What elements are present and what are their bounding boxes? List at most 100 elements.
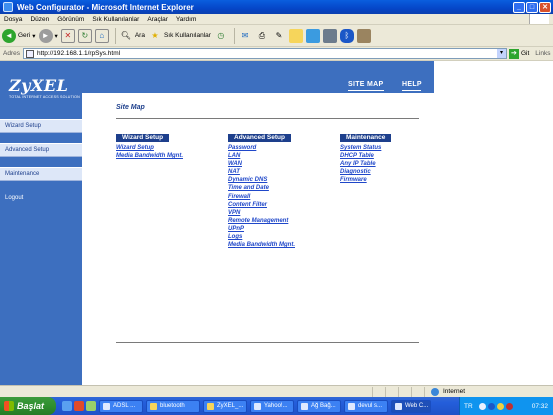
link-remote-management[interactable]: Remote Management bbox=[228, 217, 295, 225]
favorites-star-icon: ★ bbox=[151, 31, 159, 40]
link-media-bandwidth[interactable]: Media Bandwidth Mgnt. bbox=[228, 241, 295, 249]
sidebar-item-maintenance[interactable]: Maintenance bbox=[0, 167, 82, 181]
toolbar: ◄ Geri ▾ ► ▾ ✕ ↻ ⌂ 🔍︎ Ara ★ Sık Kullanıl… bbox=[0, 25, 553, 47]
volume-tray-icon[interactable] bbox=[496, 402, 504, 410]
system-tray: TR 07:32 bbox=[459, 397, 553, 415]
link-content-filter[interactable]: Content Filter bbox=[228, 201, 295, 209]
top-link-underline bbox=[348, 90, 384, 91]
task-label: Ağ Bağ... bbox=[311, 403, 336, 409]
menu-file[interactable]: Dosya bbox=[4, 16, 22, 23]
link-time-and-date[interactable]: Time and Date bbox=[228, 184, 295, 192]
back-dropdown-icon[interactable]: ▾ bbox=[32, 32, 35, 40]
forward-dropdown-icon[interactable]: ▾ bbox=[55, 32, 58, 40]
link-media-bandwidth[interactable]: Media Bandwidth Mgnt. bbox=[116, 152, 183, 160]
ie-quicklaunch-icon[interactable] bbox=[62, 401, 72, 411]
link-diagnostic[interactable]: Diagnostic bbox=[340, 168, 391, 176]
research-icon[interactable] bbox=[322, 28, 337, 43]
minimize-button[interactable]: _ bbox=[513, 1, 525, 13]
task-label: Web C... bbox=[405, 403, 429, 409]
messenger-icon[interactable] bbox=[305, 28, 320, 43]
windows-flag-icon bbox=[4, 401, 14, 411]
search-button[interactable]: 🔍︎ Ara bbox=[119, 29, 145, 43]
link-firewall[interactable]: Firewall bbox=[228, 193, 295, 201]
taskbar: Başlat ADSL ... bluetooth ZyXEL_... Yaho… bbox=[0, 397, 553, 415]
menu-view[interactable]: Görünüm bbox=[57, 16, 84, 23]
favorites-button[interactable]: ★ Sık Kullanılanlar bbox=[148, 29, 211, 43]
history-icon[interactable]: ◷ bbox=[214, 29, 228, 43]
link-firmware[interactable]: Firmware bbox=[340, 176, 391, 184]
browser-viewport: ZyXEL TOTAL INTERNET ACCESS SOLUTION Wiz… bbox=[0, 61, 553, 385]
menu-tools[interactable]: Araçlar bbox=[147, 16, 168, 23]
site-map-link[interactable]: SITE MAP bbox=[348, 81, 383, 88]
taskbar-item-network[interactable]: Ağ Bağ... bbox=[297, 399, 341, 413]
taskbar-item-zyxel[interactable]: ZyXEL_... bbox=[203, 399, 247, 413]
taskbar-item-web-configurator[interactable]: Web C... bbox=[391, 399, 431, 413]
refresh-icon[interactable]: ↻ bbox=[77, 28, 92, 43]
link-vpn[interactable]: VPN bbox=[228, 209, 295, 217]
link-dynamic-dns[interactable]: Dynamic DNS bbox=[228, 176, 295, 184]
security-tray-icon[interactable] bbox=[505, 402, 513, 410]
ie-icon bbox=[3, 2, 13, 12]
address-dropdown-icon[interactable]: ▾ bbox=[496, 49, 506, 58]
menu-help[interactable]: Yardım bbox=[176, 16, 196, 23]
go-button[interactable]: ➔ Git bbox=[508, 48, 529, 59]
taskbar-item-devul[interactable]: devul s... bbox=[344, 399, 388, 413]
taskbar-item-adsl[interactable]: ADSL ... bbox=[99, 399, 143, 413]
link-wizard-setup[interactable]: Wizard Setup bbox=[116, 144, 183, 152]
close-button[interactable]: ✕ bbox=[539, 1, 551, 13]
link-password[interactable]: Password bbox=[228, 144, 295, 152]
address-url[interactable]: http://192.168.1.1/rpSys.html bbox=[37, 50, 497, 57]
bluetooth-tray-icon[interactable] bbox=[487, 402, 495, 410]
language-indicator[interactable]: TR bbox=[464, 403, 473, 410]
status-divider bbox=[411, 386, 412, 397]
edit-icon[interactable]: ✎ bbox=[272, 29, 286, 43]
logo-area: ZyXEL TOTAL INTERNET ACCESS SOLUTION bbox=[0, 61, 82, 111]
start-button[interactable]: Başlat bbox=[0, 397, 56, 415]
link-logs[interactable]: Logs bbox=[228, 233, 295, 241]
address-input[interactable]: http://192.168.1.1/rpSys.html ▾ bbox=[22, 48, 507, 59]
column-heading: Maintenance bbox=[340, 134, 392, 142]
search-label: Ara bbox=[134, 32, 145, 39]
links-button[interactable]: Links bbox=[535, 50, 550, 57]
sidebar-item-wizard-setup[interactable]: Wizard Setup bbox=[0, 119, 82, 133]
back-button[interactable]: ◄ Geri ▾ bbox=[2, 28, 36, 43]
sidebar-item-advanced-setup[interactable]: Advanced Setup bbox=[0, 143, 82, 157]
advanced-setup-column: Advanced Setup Password LAN WAN NAT Dyna… bbox=[228, 134, 295, 249]
link-system-status[interactable]: System Status bbox=[340, 144, 391, 152]
desktop-quicklaunch-icon[interactable] bbox=[86, 401, 96, 411]
mail-icon[interactable]: ✉ bbox=[238, 29, 252, 43]
windows-logo-icon bbox=[529, 14, 549, 24]
column-heading: Wizard Setup bbox=[116, 134, 170, 142]
link-upnp[interactable]: UPnP bbox=[228, 225, 295, 233]
media-quicklaunch-icon[interactable] bbox=[74, 401, 84, 411]
folder-icon[interactable] bbox=[288, 28, 303, 43]
menu-edit[interactable]: Düzen bbox=[30, 16, 49, 23]
link-any-ip-table[interactable]: Any IP Table bbox=[340, 160, 391, 168]
forward-button[interactable]: ► ▾ bbox=[38, 28, 58, 43]
address-bar: Adres http://192.168.1.1/rpSys.html ▾ ➔ … bbox=[0, 47, 553, 61]
address-label: Adres bbox=[3, 50, 20, 57]
taskbar-item-bluetooth[interactable]: bluetooth bbox=[146, 399, 200, 413]
home-icon[interactable]: ⌂ bbox=[94, 28, 109, 43]
maximize-button[interactable]: □ bbox=[526, 1, 538, 13]
help-link[interactable]: HELP bbox=[402, 81, 422, 88]
link-dhcp-table[interactable]: DHCP Table bbox=[340, 152, 391, 160]
print-icon[interactable]: ⎙ bbox=[255, 29, 269, 43]
zone-label: Internet bbox=[443, 388, 466, 395]
archive-icon[interactable] bbox=[356, 28, 371, 43]
menu-favorites[interactable]: Sık Kullanılanlar bbox=[92, 16, 139, 23]
stop-icon[interactable]: ✕ bbox=[60, 28, 75, 43]
taskbar-item-yahoo[interactable]: Yahoo!... bbox=[250, 399, 294, 413]
link-wan[interactable]: WAN bbox=[228, 160, 295, 168]
link-nat[interactable]: NAT bbox=[228, 168, 295, 176]
window-title: Web Configurator - Microsoft Internet Ex… bbox=[17, 2, 194, 12]
network-tray-icon[interactable] bbox=[478, 402, 486, 410]
link-lan[interactable]: LAN bbox=[228, 152, 295, 160]
forward-arrow-icon: ► bbox=[38, 28, 53, 43]
internet-globe-icon bbox=[431, 387, 439, 396]
status-divider bbox=[424, 386, 425, 397]
bluetooth-icon[interactable]: ᛒ bbox=[339, 28, 354, 43]
sidebar-item-logout[interactable]: Logout bbox=[0, 191, 82, 205]
browser-icon bbox=[348, 402, 355, 410]
clock: 07:32 bbox=[531, 402, 548, 410]
